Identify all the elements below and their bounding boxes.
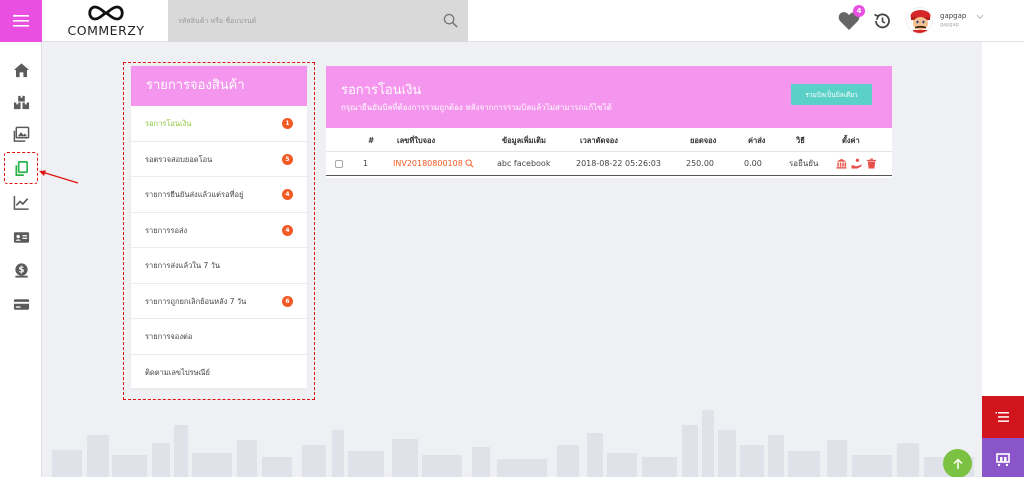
panel-subtitle: กรุณายืนยันบิลที่ต้องการรวมถูกต้อง หลังจ… <box>341 103 612 112</box>
menu-item[interactable]: รายการส่งแล้วใน 7 วัน <box>131 248 307 284</box>
menu-item[interactable]: รอการโอนเงิน 1 <box>131 106 307 142</box>
orders-table: # เลขที่ใบจอง ข้อมูลเพิ่มเติม เวลาตัดจอง… <box>326 130 892 176</box>
boxes-icon <box>13 95 29 109</box>
city-skyline-decoration <box>52 410 974 477</box>
panel-header: รอการโอนเงิน กรุณายืนยันบิลที่ต้องการรวม… <box>326 66 892 128</box>
search-input[interactable] <box>168 0 438 42</box>
invoice-link[interactable]: INV20180800108 <box>393 159 463 168</box>
list-fab-button[interactable] <box>982 396 1024 438</box>
count-badge: 1 <box>282 118 293 129</box>
panel-title: รอการโอนเงิน <box>341 83 422 98</box>
user-name[interactable]: gapgap <box>940 12 966 20</box>
order-menu-title: รายการจองสินค้า <box>131 66 307 106</box>
infinity-logo-icon <box>88 5 124 21</box>
row-info: abc facebook <box>497 159 551 168</box>
count-badge: 4 <box>282 189 293 200</box>
list-icon <box>995 412 1009 422</box>
sidebar-item-payment[interactable] <box>9 292 33 316</box>
merge-bills-button[interactable]: รวมบิลเป็นบิลเดียว <box>791 84 872 105</box>
menu-item[interactable]: รายการจองต่อ <box>131 319 307 355</box>
menu-item-label: รายการยืนยันส่งแล้วแต่รอที่อยู่ <box>145 190 244 199</box>
hamburger-menu-button[interactable] <box>0 0 42 42</box>
menu-item-label: รายการจองต่อ <box>145 332 193 341</box>
money-bag-icon: $ <box>14 262 28 278</box>
row-number: 1 <box>363 159 369 168</box>
search-icon[interactable] <box>465 159 474 168</box>
home-icon <box>13 62 29 77</box>
menu-item[interactable]: รอตรวจสอบยอดโอน 5 <box>131 142 307 177</box>
col-header-method: วิธี <box>796 135 805 145</box>
svg-text:$: $ <box>18 265 24 275</box>
active-item-highlight <box>4 152 38 184</box>
menu-item-label: รอตรวจสอบยอดโอน <box>145 154 213 164</box>
top-bar: COMMERZY 4 gapgap gapgap <box>0 0 1024 42</box>
avatar[interactable] <box>906 7 933 34</box>
id-card-icon <box>13 231 29 243</box>
col-header-no: # <box>368 136 375 145</box>
menu-item[interactable]: รายการถูกยกเลิกย้อนหลัง 7 วัน 6 <box>131 284 307 319</box>
row-method: รอยืนยัน <box>789 159 819 168</box>
count-badge: 5 <box>282 153 293 165</box>
sidebar-item-products[interactable] <box>9 90 33 114</box>
scroll-top-button[interactable] <box>943 449 972 477</box>
col-header-settings: ตั้งค่า <box>842 135 860 145</box>
user-subtitle: gapgap <box>940 22 959 28</box>
count-badge: 4 <box>282 224 293 236</box>
logo[interactable]: COMMERZY <box>56 3 156 41</box>
count-badge: 6 <box>282 295 293 307</box>
awaiting-payment-panel: รอการโอนเงิน กรุณายืนยันบิลที่ต้องการรวม… <box>326 66 892 178</box>
menu-item-label: รอการโอนเงิน <box>145 119 192 128</box>
credit-card-icon <box>13 298 29 310</box>
table-row: 1 INV20180800108 abc facebook 2018-08-22… <box>326 152 892 176</box>
logo-text: COMMERZY <box>67 23 145 38</box>
sidebar-item-finance[interactable]: $ <box>9 258 33 282</box>
row-shipping: 0.00 <box>744 159 762 168</box>
search-bar <box>168 0 468 42</box>
cart-fab-button[interactable] <box>982 438 1024 477</box>
menu-item-label: รายการรอส่ง <box>145 225 188 235</box>
hamburger-icon <box>13 14 29 27</box>
sidebar-item-members[interactable] <box>9 225 33 249</box>
row-amount: 250.00 <box>686 159 714 168</box>
arrow-up-icon <box>952 457 963 469</box>
col-header-time: เวลาตัดจอง <box>580 135 618 145</box>
col-header-info: ข้อมูลเพิ่มเติม <box>502 135 547 145</box>
cart-icon <box>996 453 1010 467</box>
chart-icon <box>13 195 29 210</box>
pay-hand-icon[interactable] <box>851 158 862 169</box>
menu-item[interactable]: รายการยืนยันส่งแล้วแต่รอที่อยู่ 4 <box>131 177 307 213</box>
order-status-menu: รายการจองสินค้า รอการโอนเงิน 1 รอตรวจสอบยอ… <box>131 66 307 390</box>
user-avatar-icon <box>907 8 932 33</box>
trash-icon[interactable] <box>866 158 877 169</box>
search-icon[interactable] <box>443 13 458 28</box>
row-time: 2018-08-22 05:26:03 <box>576 159 661 168</box>
menu-item-label: รายการส่งแล้วใน 7 วัน <box>145 261 220 270</box>
col-header-invoice: เลขที่ใบจอง <box>397 135 436 145</box>
arrow-annotation-icon <box>39 170 79 184</box>
sidebar: $ <box>0 42 42 477</box>
chevron-down-icon[interactable] <box>976 14 984 20</box>
sidebar-item-gallery[interactable] <box>9 122 33 146</box>
col-header-shipping: ค่าส่ง <box>748 135 766 145</box>
menu-item-label: ติดตามเลขไปรษณีย์ <box>145 367 210 377</box>
sidebar-item-reports[interactable] <box>9 190 33 214</box>
sidebar-item-home[interactable] <box>9 58 33 82</box>
notification-badge: 4 <box>853 5 865 17</box>
menu-item[interactable]: รายการรอส่ง 4 <box>131 213 307 248</box>
menu-item[interactable]: ติดตามเลขไปรษณีย์ <box>131 355 307 390</box>
menu-item-label: รายการถูกยกเลิกย้อนหลัง 7 วัน <box>145 296 247 306</box>
row-checkbox[interactable] <box>335 159 343 168</box>
gallery-icon <box>13 126 29 142</box>
history-icon[interactable] <box>872 11 892 31</box>
col-header-amount: ยอดจอง <box>690 135 717 145</box>
row-actions <box>836 152 881 175</box>
bank-icon[interactable] <box>836 158 847 169</box>
table-header: # เลขที่ใบจอง ข้อมูลเพิ่มเติม เวลาตัดจอง… <box>326 130 892 152</box>
